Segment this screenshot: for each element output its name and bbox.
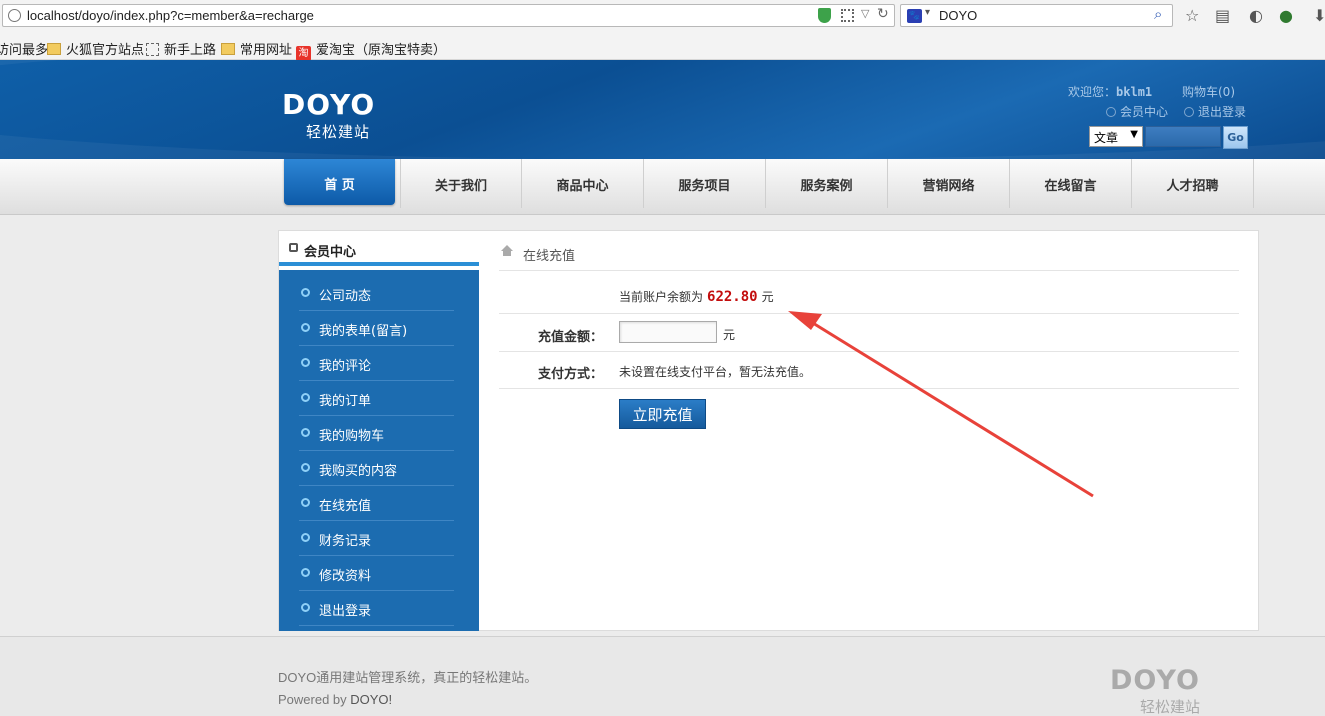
search-type-select[interactable]: 文章 ▼	[1089, 126, 1143, 147]
circle-bullet-icon	[301, 568, 310, 577]
sidebar-item-my-cart[interactable]: 我的购物车	[279, 416, 479, 451]
sidebar-item-company-news[interactable]: 公司动态	[279, 276, 479, 311]
download-icon[interactable]: ⬇	[1313, 6, 1325, 25]
bookmark-star-icon[interactable]: ☆	[1185, 6, 1199, 25]
site-footer: DOYO通用建站管理系统，真正的轻松建站。 Powered by DOYO! D…	[0, 636, 1325, 716]
search-icon[interactable]: ⌕	[1154, 5, 1162, 23]
reload-icon[interactable]: ↻	[877, 6, 889, 22]
recharge-submit-button[interactable]: 立即充值	[619, 399, 706, 429]
page-icon	[146, 43, 159, 56]
footer-slogan: DOYO通用建站管理系统，真正的轻松建站。	[278, 670, 538, 685]
folder-icon	[47, 43, 61, 55]
nav-services[interactable]: 服务项目	[644, 159, 766, 208]
content-panel: 会员中心 公司动态 我的表单(留言) 我的评论 我的订单 我的购物车 我购买的内…	[278, 230, 1259, 631]
payment-label: 支付方式：	[537, 367, 603, 382]
sidebar-item-recharge[interactable]: 在线充值	[279, 486, 479, 521]
nav-about[interactable]: 关于我们	[400, 159, 522, 208]
site-logo-tagline: 轻松建站	[306, 123, 371, 141]
bookmark-common-sites[interactable]: 常用网址	[221, 39, 292, 58]
footer-logo-tagline: 轻松建站	[1140, 698, 1201, 716]
balance-text: 当前账户余额为 622.80 元	[619, 289, 774, 305]
cart-link[interactable]: 购物车(0)	[1182, 83, 1235, 100]
site-search: 文章 ▼ Go	[1089, 126, 1249, 149]
amount-input[interactable]	[619, 321, 717, 343]
circle-bullet-icon	[301, 603, 310, 612]
sidebar-item-edit-profile[interactable]: 修改资料	[279, 556, 479, 591]
browser-chrome: localhost/doyo/index.php?c=member&a=rech…	[0, 0, 1325, 61]
bookmarks-bar: 访问最多 火狐官方站点 新手上路 常用网址 淘爱淘宝（原淘宝特卖）	[0, 37, 1325, 61]
address-bar[interactable]: localhost/doyo/index.php?c=member&a=rech…	[2, 4, 895, 27]
search-engine-dropdown-icon[interactable]: ▾	[925, 7, 930, 18]
sidebar-item-logout[interactable]: 退出登录	[279, 591, 479, 626]
site-logo[interactable]: DOYO	[282, 88, 375, 121]
member-sidebar: 会员中心 公司动态 我的表单(留言) 我的评论 我的订单 我的购物车 我购买的内…	[279, 231, 479, 631]
browser-search-bar[interactable]: 🐾 ▾ DOYO ⌕	[900, 4, 1173, 27]
search-engine-icon[interactable]: 🐾	[907, 9, 922, 23]
square-bullet-icon	[289, 243, 298, 252]
main-nav: 首 页 关于我们 商品中心 服务项目 服务案例 营销网络 在线留言 人才招聘	[0, 159, 1325, 215]
circle-bullet-icon	[301, 428, 310, 437]
chevron-down-icon: ▼	[1130, 129, 1138, 140]
sidebar-title: 会员中心	[279, 231, 479, 266]
circle-bullet-icon	[301, 393, 310, 402]
username[interactable]: bklm1	[1116, 85, 1152, 99]
bookmark-most-visited[interactable]: 访问最多	[0, 39, 48, 58]
url-text: localhost/doyo/index.php?c=member&a=rech…	[27, 8, 314, 23]
breadcrumb: 在线充值	[499, 241, 1239, 271]
nav-jobs[interactable]: 人才招聘	[1132, 159, 1254, 208]
circle-bullet-icon	[301, 533, 310, 542]
sidebar-item-my-orders[interactable]: 我的订单	[279, 381, 479, 416]
recharge-main: 在线充值 当前账户余额为 622.80 元 充值金额： 元 支付方式： 未设置在线支…	[499, 231, 1239, 631]
circle-bullet-icon	[301, 323, 310, 332]
breadcrumb-current: 在线充值	[523, 249, 576, 264]
welcome-text: 欢迎您：bklm1	[1068, 85, 1153, 99]
url-history-dropdown-icon[interactable]: ▽	[861, 7, 869, 20]
footer-powered: Powered by DOYO!	[278, 692, 393, 707]
amount-row: 充值金额： 元	[499, 315, 1239, 352]
site-header: DOYO 轻松建站 欢迎您：bklm1 购物车(0) 会员中心 退出登录 文章 ▼…	[0, 60, 1325, 159]
logout-icon	[1184, 107, 1194, 117]
circle-bullet-icon	[301, 463, 310, 472]
nav-cases[interactable]: 服务案例	[766, 159, 888, 208]
sidebar-menu: 公司动态 我的表单(留言) 我的评论 我的订单 我的购物车 我购买的内容 在线充…	[279, 270, 479, 631]
browser-search-text: DOYO	[939, 8, 978, 23]
sidebar-item-purchased[interactable]: 我购买的内容	[279, 451, 479, 486]
amount-unit: 元	[723, 328, 736, 342]
nav-products[interactable]: 商品中心	[522, 159, 644, 208]
reading-list-icon[interactable]: ▤	[1215, 6, 1230, 25]
sidebar-item-my-comments[interactable]: 我的评论	[279, 346, 479, 381]
circle-bullet-icon	[301, 288, 310, 297]
taobao-icon: 淘	[296, 46, 311, 61]
sidebar-item-finance[interactable]: 财务记录	[279, 521, 479, 556]
payment-text: 未设置在线支付平台，暂无法充值。	[619, 365, 812, 379]
member-center-link[interactable]: 会员中心	[1106, 103, 1168, 120]
bookmark-firefox-site[interactable]: 火狐官方站点	[47, 39, 144, 58]
powered-link[interactable]: DOYO!	[350, 692, 392, 707]
logout-link[interactable]: 退出登录	[1184, 103, 1246, 120]
extension-icon[interactable]: ●	[1279, 6, 1293, 25]
qr-code-icon[interactable]	[841, 9, 854, 22]
palette-icon[interactable]: ◐	[1249, 6, 1263, 25]
home-icon[interactable]	[501, 245, 513, 256]
member-icon	[1106, 107, 1116, 117]
circle-bullet-icon	[301, 358, 310, 367]
nav-guestbook[interactable]: 在线留言	[1010, 159, 1132, 208]
nav-home[interactable]: 首 页	[284, 159, 395, 205]
amount-label: 充值金额：	[537, 330, 603, 345]
site-search-input[interactable]	[1145, 126, 1221, 147]
security-shield-icon[interactable]	[818, 8, 831, 23]
balance-value: 622.80	[707, 289, 758, 305]
folder-icon	[221, 43, 235, 55]
nav-network[interactable]: 营销网络	[888, 159, 1010, 208]
toolbar-icons: ☆ ▤ ◐ ● ⬇	[1183, 6, 1325, 26]
search-go-button[interactable]: Go	[1223, 126, 1248, 149]
site-info-icon[interactable]	[8, 9, 21, 22]
sidebar-item-my-forms[interactable]: 我的表单(留言)	[279, 311, 479, 346]
circle-bullet-icon	[301, 498, 310, 507]
bookmark-aitaobao[interactable]: 淘爱淘宝（原淘宝特卖）	[296, 39, 446, 61]
footer-logo: DOYO	[1110, 665, 1200, 696]
bookmark-getting-started[interactable]: 新手上路	[146, 39, 216, 58]
payment-row: 支付方式： 未设置在线支付平台，暂无法充值。	[499, 352, 1239, 389]
balance-row: 当前账户余额为 622.80 元	[499, 277, 1239, 314]
